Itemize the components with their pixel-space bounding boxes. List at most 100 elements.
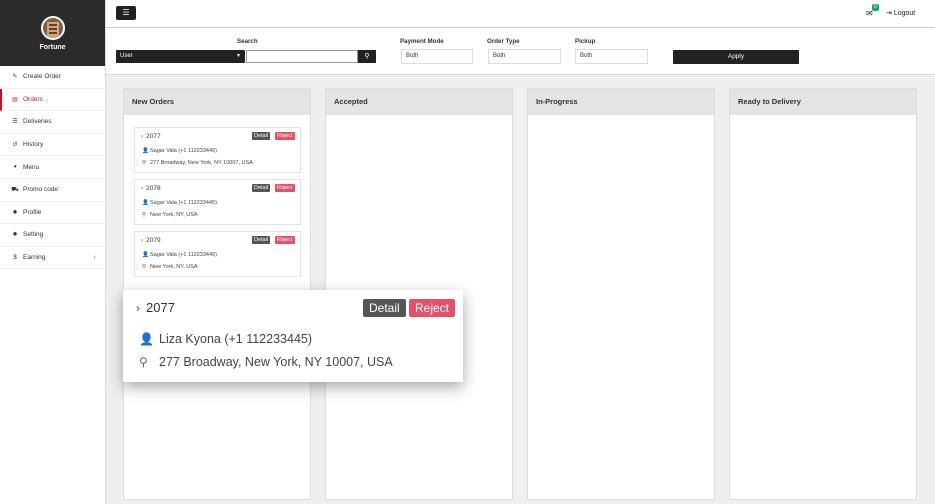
column-ready-to-delivery: Ready to Delivery <box>729 88 917 500</box>
order-card[interactable]: › 2079 Detail Reject 👤Sagar Vala (+1 1122… <box>134 231 301 277</box>
address-line: ⚲ 277 Broadway, New York, NY 10007, USA <box>142 160 253 166</box>
gear-icon: ✹ <box>12 232 18 239</box>
detail-button[interactable]: Detail <box>252 132 271 140</box>
sidebar-item-label: Earning <box>23 254 46 262</box>
customer-text: Sagar Vala (+1 112233445) <box>150 148 217 154</box>
mail-button[interactable]: ✉ 0 <box>866 4 879 18</box>
order-number: › 2077 <box>136 300 175 315</box>
order-type-field[interactable]: Both <box>488 49 561 64</box>
apply-button[interactable]: Apply <box>673 50 799 64</box>
pickup-field[interactable]: Both <box>575 49 648 64</box>
search-button[interactable]: ⚲ <box>358 50 376 63</box>
logout-button[interactable]: ⇥ Logout <box>886 9 915 17</box>
sidebar-item-menu[interactable]: ◕ Menu <box>0 156 105 179</box>
menu-icon: ◕ <box>13 164 17 171</box>
history-icon: ↺ <box>12 142 18 149</box>
sidebar: Fortune ✎ Create Order ▤ Orders ☰ Delive… <box>0 0 106 504</box>
customer-line: 👤Sagar Vala (+1 112233445) <box>142 148 217 154</box>
address-line: ⚲ New York, NY, USA <box>142 212 198 218</box>
chevron-right-icon: › <box>141 185 144 192</box>
reject-button[interactable]: Reject <box>409 299 456 317</box>
customer-line: 👤Sagar Vala (+1 112233445) <box>142 200 217 206</box>
order-number: › 2077 <box>141 133 161 140</box>
detail-button[interactable]: Detail <box>363 299 406 317</box>
list-icon: ☰ <box>12 119 18 126</box>
payment-mode-field[interactable]: Both <box>401 49 473 64</box>
column-in-progress: In-Progress <box>527 88 715 500</box>
brand-name: Fortune <box>39 43 66 51</box>
brand-logo <box>40 15 65 40</box>
order-number-text: 2078 <box>146 185 161 192</box>
chevron-right-icon: › <box>141 237 144 244</box>
sidebar-item-deliveries[interactable]: ☰ Deliveries <box>0 111 105 134</box>
user-icon: 👤 <box>142 200 149 206</box>
customer-line: 👤 Liza Kyona (+1 112233445) <box>139 332 312 346</box>
order-number: › 2078 <box>141 185 161 192</box>
address-text: New York, NY, USA <box>150 212 198 218</box>
user-icon: 👤 <box>139 332 154 346</box>
sidebar-item-create-order[interactable]: ✎ Create Order <box>0 66 105 89</box>
brand-header: Fortune <box>0 0 105 66</box>
detail-button[interactable]: Detail <box>252 184 271 192</box>
chevron-right-icon: › <box>136 301 140 315</box>
top-bar: ☰ ✉ 0 ⇥ Logout <box>106 0 935 28</box>
hamburger-menu-button[interactable]: ☰ <box>116 6 136 20</box>
customer-text: Liza Kyona (+1 112233445) <box>159 332 313 346</box>
logout-icon: ⇥ <box>886 10 892 17</box>
address-line: ⚲ 277 Broadway, New York, NY 10007, USA <box>139 355 393 369</box>
order-type-label: Order Type <box>487 38 520 45</box>
edit-icon: ✎ <box>12 74 18 81</box>
sidebar-item-label: Setting <box>23 231 44 239</box>
address-text: 277 Broadway, New York, NY 10007, USA <box>150 160 253 166</box>
address-text: New York, NY, USA <box>150 264 198 270</box>
sidebar-item-history[interactable]: ↺ History <box>0 134 105 157</box>
sidebar-item-profile[interactable]: ✹ Profile <box>0 202 105 225</box>
order-card[interactable]: › 2077 Detail Reject 👤Sagar Vala (+1 1122… <box>134 127 301 173</box>
logout-label: Logout <box>893 10 916 17</box>
customer-text: Sagar Vala (+1 112233445) <box>150 200 217 206</box>
chevron-right-icon: › <box>141 133 144 140</box>
map-pin-icon: ⚲ <box>142 160 147 166</box>
detail-button[interactable]: Detail <box>252 236 271 244</box>
search-input[interactable] <box>246 50 358 63</box>
caret-down-icon: ▼ <box>236 53 241 59</box>
user-icon: 👤 <box>142 148 149 154</box>
column-title: New Orders <box>124 89 310 115</box>
customer-text: Sagar Vala (+1 112233445) <box>150 252 217 258</box>
reject-button[interactable]: Reject <box>275 132 295 140</box>
reject-button[interactable]: Reject <box>275 184 295 192</box>
pickup-label: Pickup <box>575 38 596 45</box>
sidebar-item-label: Promo code <box>23 186 59 194</box>
orders-icon: ▤ <box>12 96 18 103</box>
map-pin-icon: ⚲ <box>142 212 147 218</box>
user-select[interactable]: User ▼ <box>116 50 245 63</box>
sidebar-item-label: Create Order <box>23 73 61 81</box>
gear-icon: ✹ <box>12 209 18 216</box>
payment-mode-label: Payment Mode <box>400 38 444 45</box>
cart-icon: ⛟ <box>11 186 19 193</box>
sidebar-item-label: Deliveries <box>23 118 52 126</box>
reject-button[interactable]: Reject <box>275 236 295 244</box>
search-icon: ⚲ <box>364 53 370 60</box>
chevron-left-icon: ‹ <box>93 254 96 262</box>
map-pin-icon: ⚲ <box>142 264 147 270</box>
order-number-text: 2077 <box>146 133 161 140</box>
order-number-text: 2077 <box>146 300 175 315</box>
search-label: Search <box>237 38 258 45</box>
sidebar-item-label: Profile <box>23 208 42 216</box>
column-title: Ready to Delivery <box>730 89 916 115</box>
sidebar-item-label: Orders <box>23 95 43 103</box>
map-pin-icon: ⚲ <box>139 355 148 369</box>
address-line: ⚲ New York, NY, USA <box>142 264 198 270</box>
order-number: › 2079 <box>141 237 161 244</box>
user-select-value: User <box>120 53 133 59</box>
sidebar-item-earning[interactable]: $ Earning ‹ <box>0 247 105 270</box>
order-card[interactable]: › 2078 Detail Reject 👤Sagar Vala (+1 1122… <box>134 179 301 225</box>
column-title: In-Progress <box>528 89 714 115</box>
sidebar-item-promo-code[interactable]: ⛟ Promo code <box>0 179 105 202</box>
sidebar-item-orders[interactable]: ▤ Orders <box>0 88 105 112</box>
order-number-text: 2079 <box>146 237 161 244</box>
column-title: Accepted <box>326 89 512 115</box>
zoomed-order-card: › 2077 Detail Reject 👤 Liza Kyona (+1 1122… <box>123 290 463 382</box>
sidebar-item-setting[interactable]: ✹ Setting <box>0 224 105 247</box>
